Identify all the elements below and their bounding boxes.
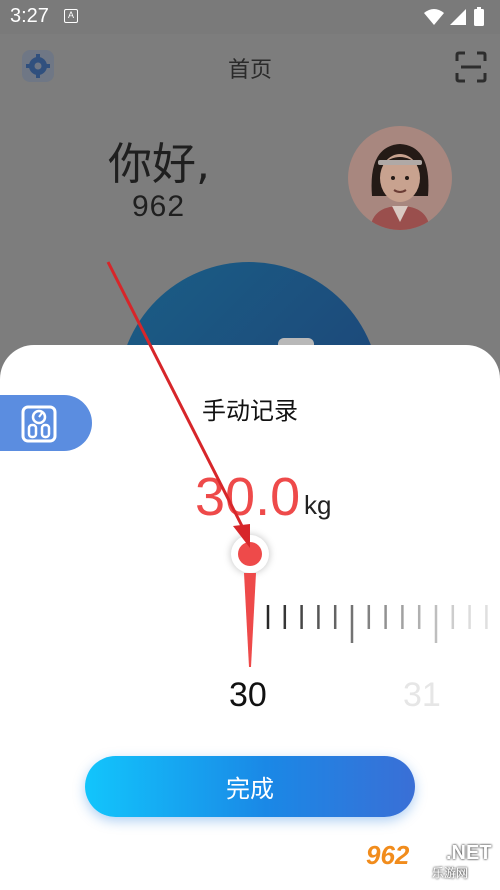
ruler-label-current: 30: [229, 676, 267, 714]
status-icons: [424, 7, 484, 26]
ruler-pointer-handle[interactable]: [231, 535, 269, 573]
manual-record-sheet: 手动记录 30.0 kg 30 31 完成 962 .NET 乐游网: [0, 345, 500, 890]
wifi-icon: [424, 9, 444, 25]
weight-unit: kg: [304, 490, 332, 520]
avatar[interactable]: [348, 126, 452, 230]
username-text: 962: [132, 190, 186, 223]
scan-icon[interactable]: [455, 51, 487, 83]
watermark-suffix: .NET: [446, 842, 492, 864]
weight-readout: 30.0 kg: [0, 465, 500, 529]
watermark-logo: 962: [366, 840, 410, 870]
signal-icon: [450, 9, 466, 25]
sheet-title: 手动记录: [202, 397, 298, 425]
pointer-needle: [244, 573, 256, 667]
avatar-illustration: [370, 144, 430, 230]
status-time: 3:27: [10, 5, 49, 27]
page-title: 首页: [227, 58, 272, 83]
watermark: 962 .NET 乐游网: [362, 838, 496, 884]
greeting-text: 你好,: [108, 139, 210, 190]
battery-icon: [474, 9, 484, 26]
ruler-label-next: 31: [403, 676, 441, 714]
weight-value: 30.0: [195, 467, 301, 527]
watermark-subtitle: 乐游网: [432, 866, 469, 880]
weight-ruler[interactable]: [258, 603, 500, 661]
done-button[interactable]: 完成: [85, 756, 415, 817]
pointer-dot: [238, 542, 262, 566]
status-bar: 3:27 A: [0, 0, 500, 34]
app-notification-icon: A: [64, 9, 78, 23]
